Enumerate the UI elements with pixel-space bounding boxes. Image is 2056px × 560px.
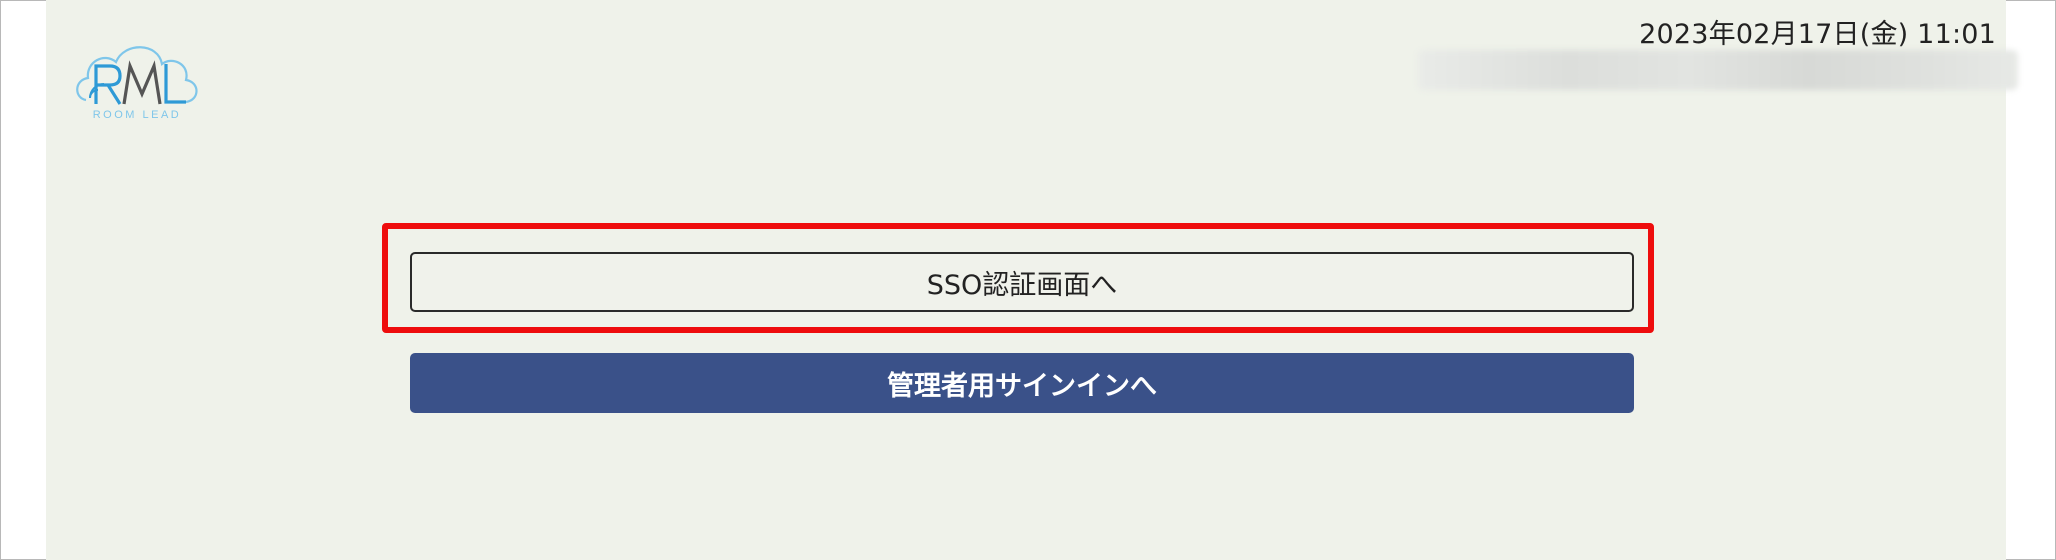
sso-auth-button[interactable]: SSO認証画面へ [410,252,1634,312]
current-datetime: 2023年02月17日(金) 11:01 [1639,19,1996,50]
logo-subtitle: ROOM LEAD [93,109,182,120]
blurred-user-info [1418,50,2018,90]
room-lead-logo: ROOM LEAD [76,46,198,120]
admin-signin-button[interactable]: 管理者用サインインへ [410,353,1634,413]
